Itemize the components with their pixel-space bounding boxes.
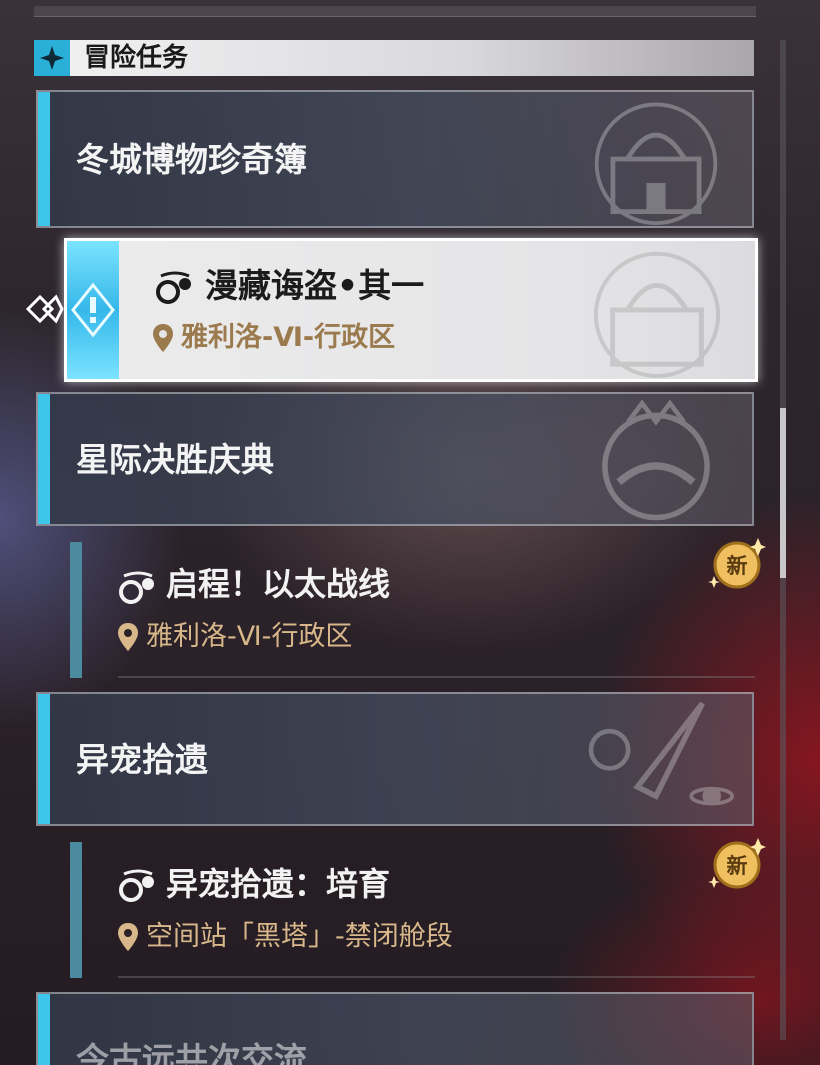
quest-location: 雅利洛-Ⅵ-行政区 bbox=[153, 321, 395, 355]
quest-divider bbox=[118, 676, 755, 678]
quest-location-text: 空间站「黑塔」-禁闭舱段 bbox=[146, 921, 453, 952]
quest-title: 异宠拾遗：培育 bbox=[166, 865, 391, 903]
adventure-quest-icon bbox=[119, 869, 154, 902]
new-badge-label: 新 bbox=[726, 854, 748, 878]
quest-divider bbox=[118, 976, 755, 978]
category-accent-stripe bbox=[38, 394, 50, 524]
quest-accent-bar bbox=[70, 842, 82, 978]
diamond-star-icon bbox=[34, 40, 70, 76]
quest-title: 漫藏诲盗•其一 bbox=[205, 266, 425, 305]
quest-title: 启程！以太战线 bbox=[166, 565, 391, 603]
category-label: 星际决胜庆典 bbox=[76, 440, 274, 479]
location-pin-icon bbox=[118, 923, 138, 951]
location-pin-icon bbox=[153, 324, 173, 352]
category-exchange[interactable]: 今古远共次交流 bbox=[36, 992, 754, 1065]
quest-accent-bar bbox=[70, 542, 82, 678]
crown-emblem-icon bbox=[602, 399, 710, 521]
section-title: 冒险任务 bbox=[84, 43, 189, 73]
adventure-quest-icon bbox=[156, 271, 191, 304]
new-badge: 新 bbox=[708, 834, 766, 892]
top-divider bbox=[34, 6, 756, 17]
adventure-quest-icon bbox=[119, 571, 154, 604]
category-festival[interactable]: 星际决胜庆典 bbox=[36, 392, 754, 526]
category-accent-stripe bbox=[38, 994, 50, 1065]
quest-location: 雅利洛-Ⅵ-行政区 bbox=[118, 620, 352, 654]
category-label: 异宠拾遗 bbox=[76, 740, 208, 779]
section-header: 冒险任务 bbox=[34, 40, 754, 76]
selection-cursor-icon bbox=[25, 294, 64, 324]
palace-emblem-icon bbox=[594, 102, 718, 226]
category-label: 今古远共次交流 bbox=[76, 1040, 307, 1065]
location-pin-icon bbox=[118, 623, 138, 651]
palace-emblem-icon bbox=[593, 251, 721, 379]
category-accent-stripe bbox=[38, 92, 50, 226]
scrollbar-thumb[interactable] bbox=[780, 408, 786, 578]
quest-item[interactable]: 启程！以太战线 雅利洛-Ⅵ-行政区 bbox=[70, 542, 755, 678]
quest-item[interactable]: 异宠拾遗：培育 空间站「黑塔」-禁闭舱段 bbox=[70, 842, 755, 978]
quest-location-text: 雅利洛-Ⅵ-行政区 bbox=[146, 621, 353, 652]
quest-location: 空间站「黑塔」-禁闭舱段 bbox=[118, 920, 453, 954]
new-badge: 新 bbox=[708, 534, 766, 592]
category-label: 冬城博物珍奇簿 bbox=[76, 140, 307, 179]
quest-item-selected[interactable]: 漫藏诲盗•其一 雅利洛-Ⅵ-行政区 bbox=[64, 238, 758, 382]
quest-location-text: 雅利洛-Ⅵ-行政区 bbox=[181, 322, 396, 353]
new-badge-label: 新 bbox=[726, 554, 748, 578]
quest-alert-icon bbox=[67, 241, 119, 379]
category-museum[interactable]: 冬城博物珍奇簿 bbox=[36, 90, 754, 228]
category-accent-stripe bbox=[38, 694, 50, 824]
rocket-emblem-icon bbox=[588, 701, 735, 806]
category-pets[interactable]: 异宠拾遗 bbox=[36, 692, 754, 826]
